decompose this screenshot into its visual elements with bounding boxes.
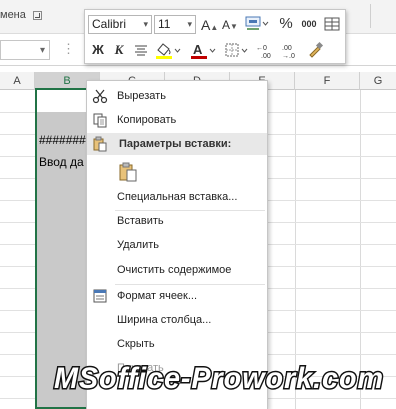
menu-item-label: Скрыть <box>117 338 155 350</box>
accounting-format-button[interactable] <box>242 14 270 34</box>
menu-item-label: Вырезать <box>117 90 166 102</box>
copy-icon <box>93 113 107 128</box>
menu-item-delete[interactable]: Удалить <box>87 233 267 257</box>
watermark-logo: MSoffice-Prowork.com <box>53 361 385 397</box>
format-table-button[interactable] <box>322 14 342 34</box>
font-size-value: 11 <box>158 17 171 31</box>
menu-item-label: Вставить <box>117 215 164 227</box>
column-header-g[interactable]: G <box>360 72 396 90</box>
scissors-icon <box>92 89 108 104</box>
table-icon <box>324 17 340 31</box>
menu-item-label: Специальная вставка... <box>117 191 238 203</box>
menu-item-label: Очистить содержимое <box>117 264 232 276</box>
clipboard-paste-icon <box>119 162 137 182</box>
grow-font-button[interactable]: A▲ <box>201 15 218 35</box>
cell-b2[interactable]: ######## <box>39 133 87 147</box>
menu-item-copy[interactable]: Копировать <box>87 108 267 132</box>
format-painter-icon <box>309 41 324 58</box>
align-center-icon <box>135 45 147 56</box>
svg-text:←0: ←0 <box>256 45 267 52</box>
name-box[interactable]: ▾ <box>0 40 50 60</box>
font-name-combo[interactable]: Calibri ▾ <box>88 15 152 34</box>
fill-color-button[interactable] <box>153 40 183 60</box>
chevron-down-icon[interactable]: ▾ <box>187 16 192 33</box>
column-header-f[interactable]: F <box>295 72 360 90</box>
decrease-decimal-icon: .00 →.0 <box>282 45 295 60</box>
italic-button[interactable]: К <box>111 40 127 60</box>
bold-button[interactable]: Ж <box>90 40 106 60</box>
chevron-down-icon[interactable]: ▾ <box>40 45 45 56</box>
mini-toolbar: Calibri ▾ 11 ▾ A▲ A▼ % 000 Ж К A ←0 .00 … <box>84 9 346 64</box>
shrink-font-button[interactable]: A▼ <box>222 15 238 35</box>
borders-button[interactable] <box>223 40 251 60</box>
paste-options-header: Параметры вставки: <box>87 133 267 155</box>
menu-item-format-cells[interactable]: Формат ячеек... <box>87 284 267 308</box>
menu-item-label: Копировать <box>117 114 177 126</box>
menu-item-label: Ширина столбца... <box>117 314 212 326</box>
format-cells-icon <box>93 289 107 303</box>
menu-item-label: Формат ячеек... <box>117 290 198 302</box>
menu-item-clear-contents[interactable]: Очистить содержимое <box>87 258 267 282</box>
grow-font-icon: A <box>201 17 211 33</box>
formula-bar-grip-icon[interactable]: ⋮ <box>62 42 75 56</box>
ribbon-separator <box>370 4 371 28</box>
borders-icon <box>225 43 248 57</box>
paste-option-paste[interactable] <box>87 158 267 186</box>
svg-text:MSoffice-Prowork.com: MSoffice-Prowork.com <box>54 362 384 395</box>
svg-text:→.0: →.0 <box>282 53 295 60</box>
menu-item-label: Удалить <box>117 239 159 251</box>
dialog-launcher-icon[interactable] <box>33 11 42 20</box>
font-color-icon: A <box>191 42 216 59</box>
chevron-down-icon[interactable]: ▾ <box>143 16 148 33</box>
font-name-value: Calibri <box>92 17 127 31</box>
svg-text:.00: .00 <box>282 45 292 52</box>
paste-options-label: Параметры вставки: <box>119 138 232 150</box>
svg-text:A: A <box>193 42 203 57</box>
svg-text:.00: .00 <box>261 53 271 60</box>
font-color-button[interactable]: A <box>188 40 218 60</box>
percent-button[interactable]: % <box>277 14 295 34</box>
accounting-format-icon <box>245 16 269 30</box>
thousands-separator-button[interactable]: 000 <box>298 14 320 34</box>
decrease-decimal-button[interactable]: .00 →.0 <box>280 40 302 60</box>
menu-item-column-width[interactable]: Ширина столбца... <box>87 308 267 332</box>
align-center-button[interactable] <box>132 40 150 60</box>
ribbon-group-label: мена <box>0 9 26 21</box>
cell-b3[interactable]: Ввод да <box>39 155 87 169</box>
column-header-a[interactable]: A <box>0 72 35 90</box>
menu-item-cut[interactable]: Вырезать <box>87 84 267 108</box>
menu-item-insert[interactable]: Вставить <box>87 209 267 233</box>
increase-decimal-button[interactable]: ←0 .00 <box>255 40 277 60</box>
increase-decimal-icon: ←0 .00 <box>256 45 271 60</box>
font-size-combo[interactable]: 11 ▾ <box>154 15 196 34</box>
menu-item-paste-special[interactable]: Специальная вставка... <box>87 185 267 209</box>
format-painter-button[interactable] <box>305 40 325 60</box>
shrink-font-icon: A <box>222 18 231 32</box>
menu-item-hide[interactable]: Скрыть <box>87 332 267 356</box>
fill-color-icon <box>156 43 181 59</box>
clipboard-icon <box>93 136 107 152</box>
